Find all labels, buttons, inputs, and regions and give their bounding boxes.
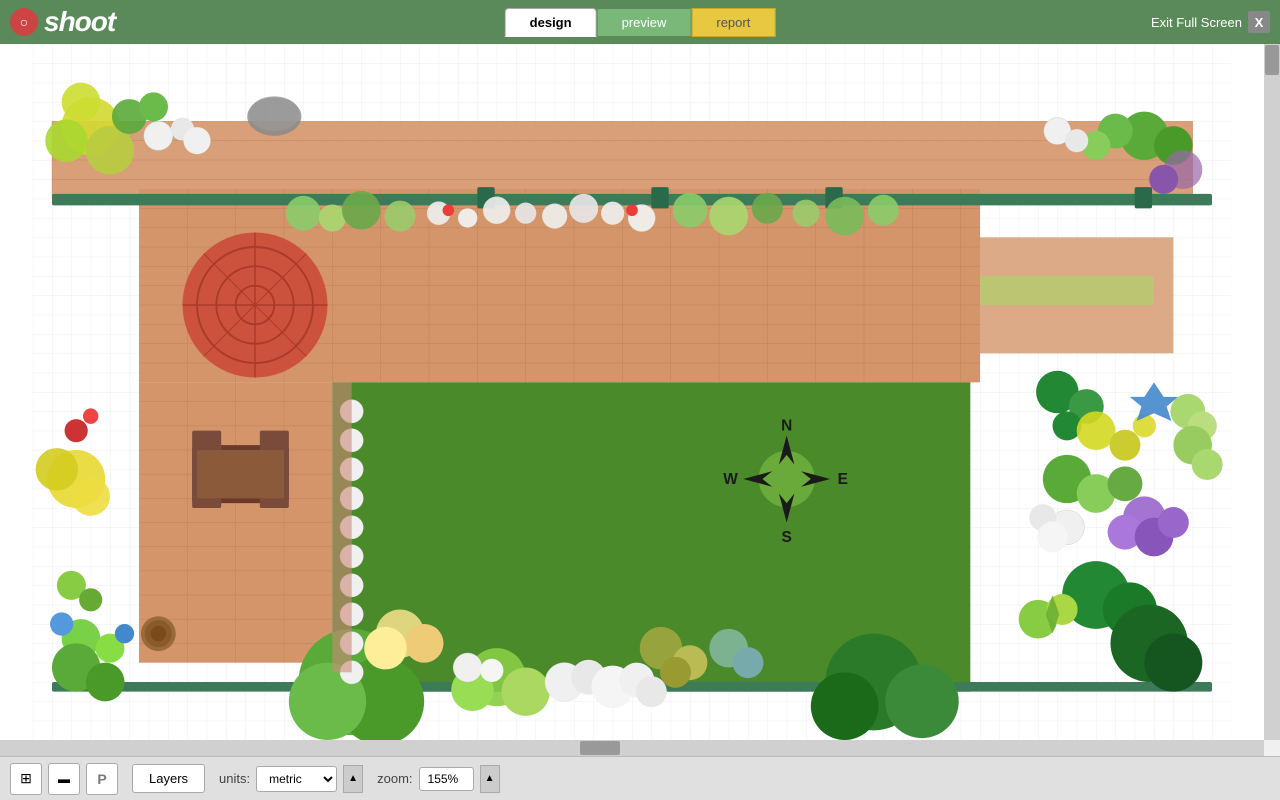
units-label: units: bbox=[219, 771, 250, 786]
vertical-scrollbar[interactable] bbox=[1264, 44, 1280, 740]
exit-fullscreen-label: Exit Full Screen bbox=[1151, 15, 1242, 30]
vertical-scrollbar-thumb[interactable] bbox=[1265, 45, 1279, 75]
paragraph-icon: P bbox=[97, 771, 106, 787]
header: shoot design preview report Exit Full Sc… bbox=[0, 0, 1280, 44]
svg-text:S: S bbox=[782, 529, 792, 546]
grid-icon: ⊞ bbox=[20, 770, 32, 787]
units-select[interactable]: metric imperial bbox=[256, 766, 337, 792]
paragraph-icon-button[interactable]: P bbox=[86, 763, 118, 795]
horizontal-scrollbar[interactable] bbox=[0, 740, 1264, 756]
svg-text:W: W bbox=[723, 471, 738, 488]
tabs-container: design preview report bbox=[505, 8, 776, 37]
ruler-icon: ▬ bbox=[58, 772, 70, 786]
units-arrow-button[interactable]: ▲ bbox=[343, 765, 363, 793]
logo-text[interactable]: shoot bbox=[44, 6, 115, 38]
svg-text:E: E bbox=[838, 471, 848, 488]
logo-area: shoot bbox=[10, 6, 115, 38]
garden-canvas[interactable]: N S W E bbox=[0, 44, 1264, 740]
horizontal-scrollbar-thumb[interactable] bbox=[580, 741, 620, 755]
svg-text:N: N bbox=[781, 418, 792, 435]
tab-design[interactable]: design bbox=[505, 8, 597, 37]
zoom-input[interactable] bbox=[419, 767, 474, 791]
zoom-label: zoom: bbox=[377, 771, 412, 786]
exit-fullscreen-button[interactable]: X bbox=[1248, 11, 1270, 33]
ruler-icon-button[interactable]: ▬ bbox=[48, 763, 80, 795]
exit-area: Exit Full Screen X bbox=[1151, 11, 1270, 33]
tab-report[interactable]: report bbox=[691, 8, 775, 37]
tab-preview[interactable]: preview bbox=[597, 8, 692, 37]
canvas-wrapper[interactable]: N S W E bbox=[0, 44, 1280, 756]
main-container: N S W E bbox=[0, 44, 1280, 800]
grid-icon-button[interactable]: ⊞ bbox=[10, 763, 42, 795]
shoot-logo-icon bbox=[10, 8, 38, 36]
layers-button[interactable]: Layers bbox=[132, 764, 205, 793]
zoom-arrow-button[interactable]: ▲ bbox=[480, 765, 500, 793]
footer-toolbar: ⊞ ▬ P Layers units: metric imperial ▲ zo… bbox=[0, 756, 1280, 800]
